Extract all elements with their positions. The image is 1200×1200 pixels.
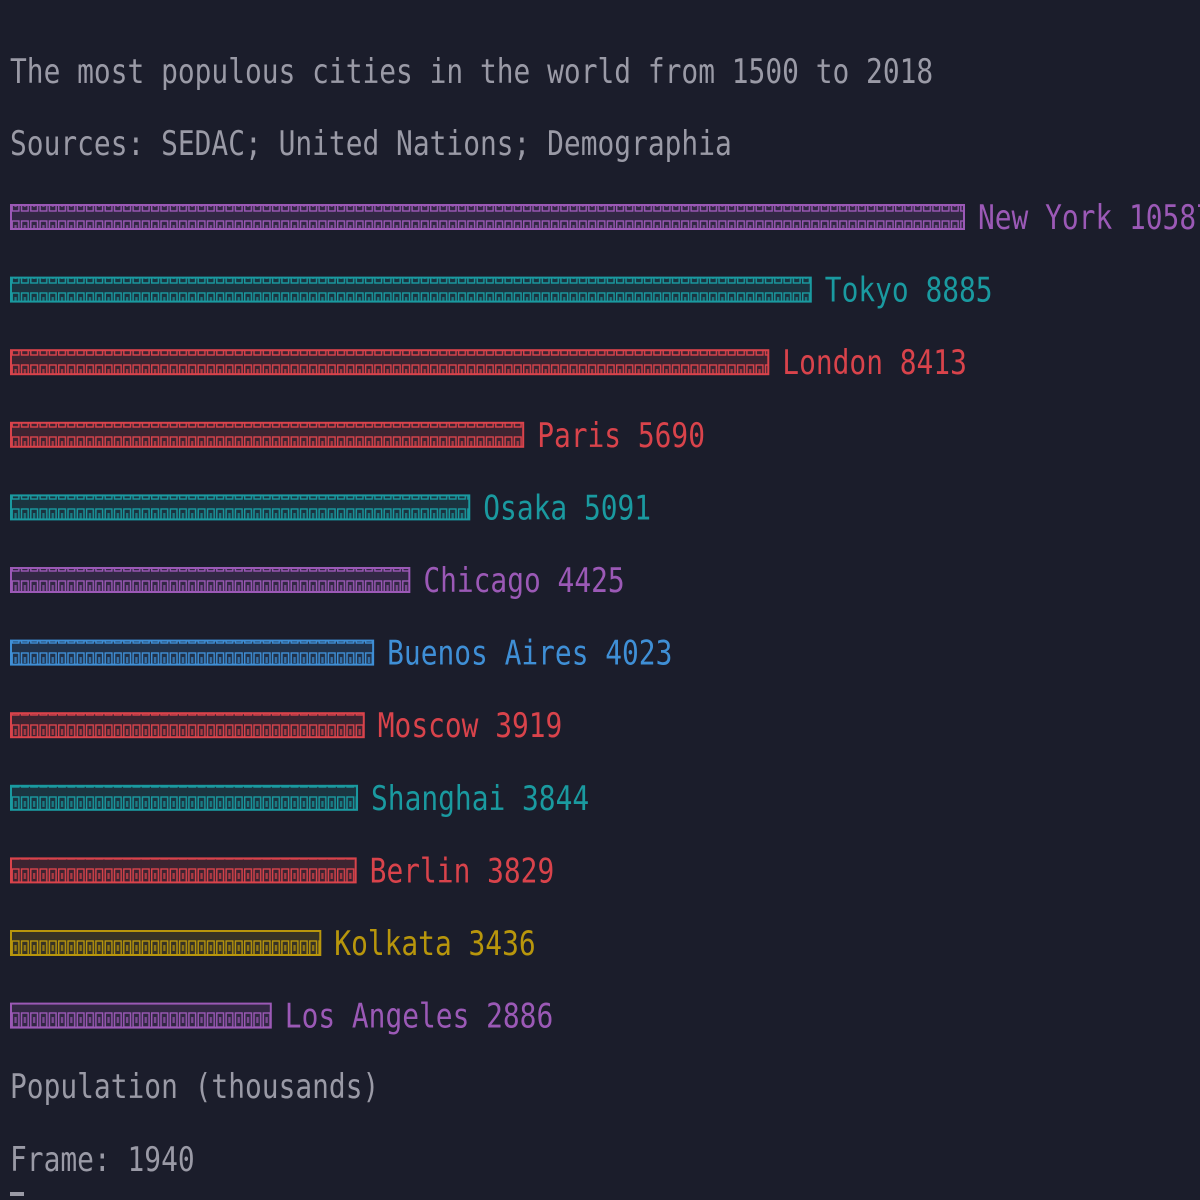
bar-shanghai (10, 784, 359, 811)
bar-buenos-aires (10, 639, 375, 666)
terminal-cursor (10, 1192, 24, 1196)
bar-label-chicago: Chicago 4425 (423, 561, 624, 600)
bar-chart: New York 10587 Tokyo 8885 London 8413 Paris… (10, 198, 1200, 1036)
bar-label-moscow: Moscow 3919 (378, 707, 563, 746)
bar-label-new-york: New York 10587 (978, 198, 1200, 237)
bar-paris (10, 421, 525, 448)
bar-label-los-angeles: Los Angeles 2886 (285, 997, 553, 1036)
bar-label-paris: Paris 5690 (537, 416, 705, 455)
bar-chicago (10, 567, 411, 593)
bar-label-tokyo: Tokyo 8885 (825, 271, 993, 310)
bar-label-shanghai: Shanghai 3844 (371, 779, 589, 818)
bar-label-kolkata: Kolkata 3436 (334, 924, 535, 963)
bar-los-angeles (10, 1002, 272, 1029)
bar-label-osaka: Osaka 5091 (483, 489, 651, 528)
bar-new-york (10, 204, 965, 230)
bar-london (10, 349, 770, 376)
bar-berlin (10, 857, 357, 884)
x-axis-label: Population (thousands) (10, 1067, 380, 1107)
bar-label-london: London 8413 (782, 344, 967, 383)
bar-osaka (10, 494, 471, 521)
bar-moscow (10, 712, 365, 739)
bar-kolkata (10, 930, 322, 956)
frame-label: Frame: 1940 (10, 1140, 195, 1180)
bar-label-buenos-aires: Buenos Aires 4023 (387, 634, 672, 673)
bar-label-berlin: Berlin 3829 (370, 852, 555, 891)
bar-tokyo (10, 276, 812, 303)
